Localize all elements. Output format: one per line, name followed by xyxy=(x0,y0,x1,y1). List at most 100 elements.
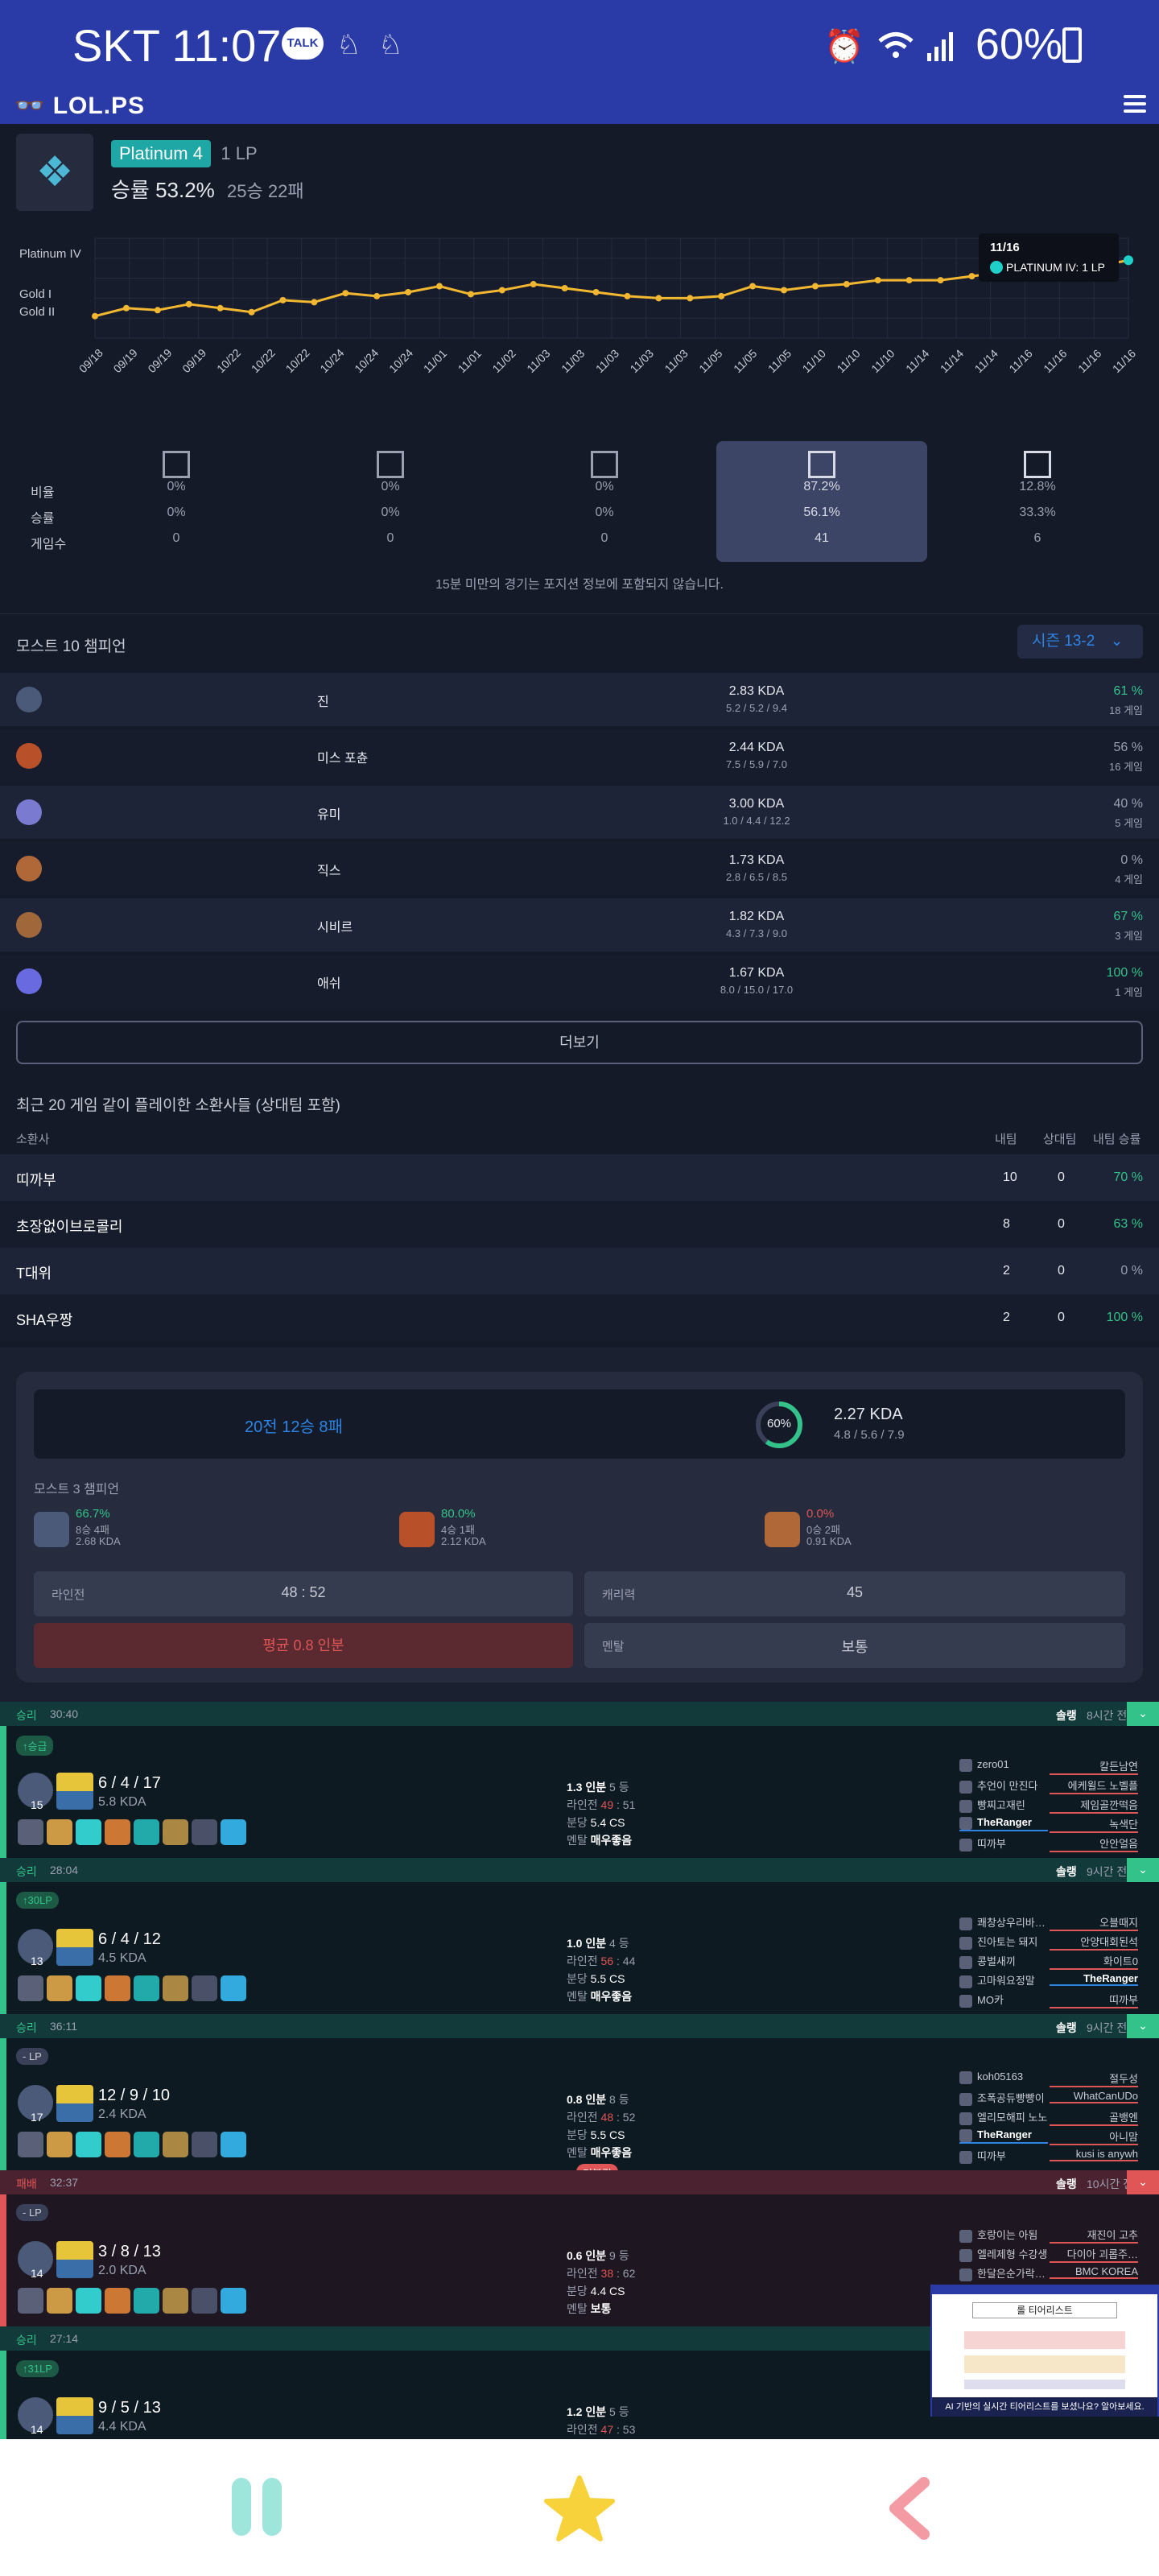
champion-row[interactable]: 미스 포츈 2.44 KDA 7.5 / 5.9 / 7.0 56 % 16 게임 xyxy=(0,729,1159,782)
lp-point[interactable] xyxy=(279,296,287,303)
expand-chevron-icon[interactable]: ⌄ xyxy=(1127,2170,1159,2194)
team-player[interactable]: 진아토는 돼지 xyxy=(959,1934,1048,1951)
lp-point[interactable] xyxy=(436,283,443,290)
lp-point[interactable] xyxy=(311,299,318,306)
lp-point[interactable] xyxy=(655,295,662,302)
enemy-player[interactable]: 화이트0 xyxy=(1050,1953,1138,1970)
position-column[interactable]: 0% 0% 0 xyxy=(71,441,282,562)
team-player[interactable]: 쾌창상우리바… xyxy=(959,1914,1048,1932)
expand-chevron-icon[interactable]: ⌄ xyxy=(1127,1702,1159,1726)
lp-point[interactable] xyxy=(154,307,161,314)
season-select[interactable]: 시즌 13-2 ⌄ xyxy=(1017,625,1143,658)
duo-summoner[interactable]: 띠까부 xyxy=(16,1169,56,1190)
lp-point[interactable] xyxy=(217,304,224,312)
lp-point[interactable] xyxy=(467,291,474,298)
match-card[interactable]: 승리 28:04 솔랭 9시간 전 ⌄ ↑30LP 13 6 / 4 / 12 4.5 KDA 1… xyxy=(0,1858,1159,2014)
hamburger-menu-icon[interactable] xyxy=(1124,95,1146,114)
most3-item[interactable]: 0.0% 0승 2패 0.91 KDA xyxy=(765,1507,1103,1555)
lp-point[interactable] xyxy=(185,300,192,308)
pause-icon[interactable] xyxy=(232,2478,282,2536)
lp-point[interactable] xyxy=(905,277,913,284)
expand-chevron-icon[interactable]: ⌄ xyxy=(1127,2014,1159,2038)
lp-point[interactable] xyxy=(874,277,881,284)
more-button[interactable]: 더보기 xyxy=(16,1021,1143,1064)
duo-row[interactable]: 초장없이브로콜리 8 0 63 % xyxy=(0,1201,1159,1248)
enemy-player[interactable]: 안양대회된석 xyxy=(1050,1934,1138,1951)
team-player[interactable]: 빵찌고재린 xyxy=(959,1797,1048,1814)
team-player[interactable]: 엘리모해피 노노 xyxy=(959,2109,1048,2127)
lp-point[interactable] xyxy=(968,273,975,280)
enemy-player[interactable]: 절두성 xyxy=(1050,2070,1138,2087)
lp-point[interactable] xyxy=(92,312,98,320)
champion-row[interactable]: 진 2.83 KDA 5.2 / 5.2 / 9.4 61 % 18 게임 xyxy=(0,673,1159,726)
lp-point[interactable] xyxy=(248,308,255,316)
lp-point[interactable] xyxy=(687,295,694,302)
enemy-player[interactable]: 녹색단 xyxy=(1050,1816,1138,1833)
lp-point[interactable] xyxy=(749,283,757,290)
enemy-player[interactable]: 다이아 괴롭주… xyxy=(1050,2246,1138,2263)
app-logo[interactable]: 👓 LOL.PS xyxy=(14,92,145,120)
enemy-player[interactable]: TheRanger xyxy=(1050,1972,1138,1986)
team-player[interactable]: TheRanger xyxy=(959,2128,1048,2144)
position-column[interactable]: 87.2% 56.1% 41 xyxy=(716,441,927,562)
team-player[interactable]: 추언이 만진다 xyxy=(959,1777,1048,1795)
lp-point[interactable] xyxy=(781,287,787,294)
enemy-player[interactable]: 칼든남연 xyxy=(1050,1758,1138,1775)
lp-point[interactable] xyxy=(937,277,944,284)
floating-ad[interactable]: 롤 티어리스트 AI 기반의 실시간 티어리스트를 보셨나요? 알아보세요. xyxy=(930,2285,1159,2417)
enemy-player[interactable]: BMC KOREA xyxy=(1050,2265,1138,2279)
duo-summoner[interactable]: T대위 xyxy=(16,1262,52,1283)
team-player[interactable]: 띠까부 xyxy=(959,1835,1048,1853)
team-player[interactable]: 띠까부 xyxy=(959,2148,1048,2165)
lp-point[interactable] xyxy=(843,281,850,288)
expand-chevron-icon[interactable]: ⌄ xyxy=(1127,1858,1159,1882)
team-player[interactable]: 조폭공듀빵빵이 xyxy=(959,2090,1048,2107)
duo-summoner[interactable]: 초장없이브로콜리 xyxy=(16,1216,122,1236)
champion-row[interactable]: 유미 3.00 KDA 1.0 / 4.4 / 12.2 40 % 5 게임 xyxy=(0,786,1159,839)
match-card[interactable]: 승리 30:40 솔랭 8시간 전 ⌄ ↑승급 15 6 / 4 / 17 5.8 KDA 1.3… xyxy=(0,1702,1159,1858)
lp-point[interactable] xyxy=(342,290,349,297)
duo-summoner[interactable]: SHA우짱 xyxy=(16,1309,72,1330)
lp-point[interactable] xyxy=(498,287,505,294)
position-column[interactable]: 0% 0% 0 xyxy=(285,441,496,562)
lp-point[interactable] xyxy=(122,304,130,312)
most3-item[interactable]: 66.7% 8승 4패 2.68 KDA xyxy=(34,1507,372,1555)
lp-point[interactable] xyxy=(530,281,537,288)
most3-item[interactable]: 80.0% 4승 1패 2.12 KDA xyxy=(399,1507,737,1555)
champion-row[interactable]: 애쉬 1.67 KDA 8.0 / 15.0 / 17.0 100 % 1 게임 xyxy=(0,955,1159,1008)
position-column[interactable]: 12.8% 33.3% 6 xyxy=(932,441,1143,562)
position-column[interactable]: 0% 0% 0 xyxy=(499,441,710,562)
team-player[interactable]: zero01 xyxy=(959,1758,1048,1773)
lp-point[interactable] xyxy=(1124,255,1133,266)
lp-point[interactable] xyxy=(718,292,725,299)
lp-point[interactable] xyxy=(592,288,600,295)
enemy-player[interactable]: 안안얼음 xyxy=(1050,1835,1138,1852)
team-player[interactable]: MO카 xyxy=(959,1992,1048,2009)
duo-row[interactable]: 띠까부 10 0 70 % xyxy=(0,1154,1159,1201)
lp-point[interactable] xyxy=(624,292,631,299)
enemy-player[interactable]: WhatCanUDo xyxy=(1050,2090,1138,2103)
star-icon[interactable] xyxy=(544,2475,615,2542)
enemy-player[interactable]: 제임골깐떡음 xyxy=(1050,1797,1138,1814)
team-player[interactable]: koh05163 xyxy=(959,2070,1048,2086)
champion-row[interactable]: 시비르 1.82 KDA 4.3 / 7.3 / 9.0 67 % 3 게임 xyxy=(0,898,1159,952)
champion-row[interactable]: 직스 1.73 KDA 2.8 / 6.5 / 8.5 0 % 4 게임 xyxy=(0,842,1159,895)
enemy-player[interactable]: 오블때지 xyxy=(1050,1914,1138,1931)
match-card[interactable]: 승리 36:11 솔랭 9시간 전 ⌄ - LP 17 12 / 9 / 10 2.4 KDA 0… xyxy=(0,2014,1159,2182)
enemy-player[interactable]: 띠까부 xyxy=(1050,1992,1138,2008)
lp-point[interactable] xyxy=(561,285,568,291)
enemy-player[interactable]: 아니맘 xyxy=(1050,2128,1138,2145)
duo-row[interactable]: T대위 2 0 0 % xyxy=(0,1248,1159,1294)
lp-point[interactable] xyxy=(405,288,412,295)
duo-row[interactable]: SHA우짱 2 0 100 % xyxy=(0,1294,1159,1341)
enemy-player[interactable]: 골뱅엔 xyxy=(1050,2109,1138,2126)
team-player[interactable]: 콩벌새끼 xyxy=(959,1953,1048,1971)
lp-point[interactable] xyxy=(373,292,381,299)
lp-point[interactable] xyxy=(811,283,819,290)
back-arrow-icon[interactable] xyxy=(885,2476,934,2541)
enemy-player[interactable]: 에케윌드 노벨플 xyxy=(1050,1777,1138,1794)
enemy-player[interactable]: kusi is anywh xyxy=(1050,2148,1138,2161)
team-player[interactable]: 엘레제형 수강생 xyxy=(959,2246,1048,2264)
enemy-player[interactable]: 재진이 고추 xyxy=(1050,2227,1138,2244)
team-player[interactable]: 호랑이는 아됨 xyxy=(959,2227,1048,2244)
